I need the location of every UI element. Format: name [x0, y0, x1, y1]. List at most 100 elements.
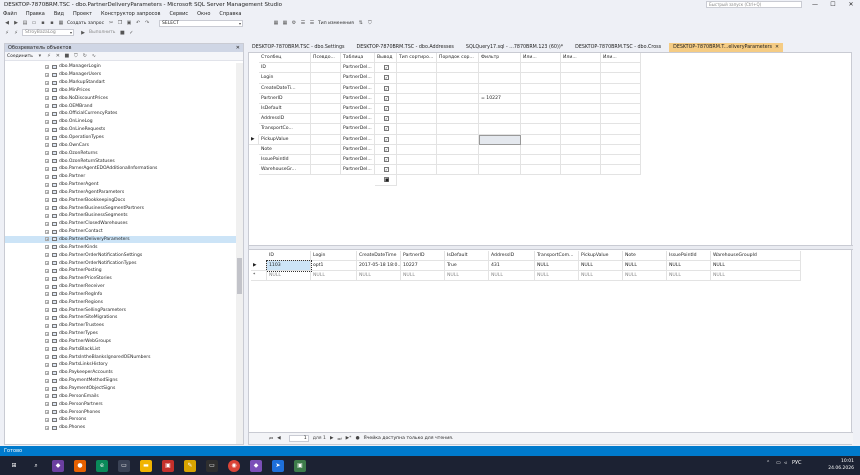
criteria-row[interactable]: AddressID PartnerDel... ✓	[249, 114, 649, 125]
close-panel-icon[interactable]: ✕	[236, 44, 240, 52]
expand-icon[interactable]: +	[45, 229, 49, 234]
criteria-cell[interactable]	[601, 144, 641, 155]
criteria-row[interactable]: IssuePointId PartnerDel... ✓	[249, 155, 649, 166]
tree-item[interactable]: + dbo.OnLineRequests	[5, 126, 237, 134]
result-cell[interactable]: NULL	[535, 261, 579, 271]
output-checkbox-cell[interactable]: ■	[375, 175, 397, 186]
table-name-cell[interactable]: PartnerDel...	[341, 134, 375, 145]
filter-cell[interactable]: = 10227	[479, 93, 521, 104]
criteria-row[interactable]: Note PartnerDel... ✓	[249, 144, 649, 155]
undo-icon[interactable]: ↶	[135, 20, 141, 26]
tree-item[interactable]: + dbo.PartsBlackList	[5, 345, 237, 353]
expand-icon[interactable]: +	[45, 237, 49, 242]
tree-item[interactable]: + dbo.OzonReturns	[5, 149, 237, 157]
menu-edit[interactable]: Правка	[26, 11, 45, 17]
tree-item[interactable]: + dbo.PartnerRegInfo	[5, 290, 237, 298]
cut-icon[interactable]: ✂	[108, 20, 114, 26]
expand-icon[interactable]: +	[45, 111, 49, 116]
filter-cell[interactable]	[479, 114, 521, 125]
column-name-cell[interactable]: WarehouseGr...	[259, 165, 311, 176]
object-tree-scrollbar[interactable]	[236, 63, 243, 444]
expand-icon[interactable]: +	[45, 174, 49, 179]
new-file-icon[interactable]: ▤	[22, 20, 28, 26]
chrome-icon[interactable]: ◉	[228, 459, 240, 472]
expand-icon[interactable]: +	[45, 370, 49, 375]
output-checkbox-cell[interactable]: ✓	[375, 165, 397, 176]
filter-icon-oe[interactable]: ⛉	[73, 53, 79, 59]
criteria-cell[interactable]	[397, 124, 437, 135]
save-all-icon[interactable]: ▪	[49, 20, 55, 26]
criteria-row[interactable]: ID PartnerDel... ✓	[249, 63, 649, 74]
tree-item[interactable]: + dbo.ManagerUsers	[5, 71, 237, 79]
criteria-cell[interactable]	[561, 104, 601, 115]
copy-icon[interactable]: ❐	[117, 20, 123, 26]
output-checkbox-cell[interactable]: ✓	[375, 144, 397, 155]
expand-icon[interactable]: +	[45, 261, 49, 266]
tree-item[interactable]: + dbo.OEMBrand	[5, 102, 237, 110]
expand-icon[interactable]: +	[45, 151, 49, 156]
column-name-cell[interactable]: TransportCo...	[259, 124, 311, 135]
back-icon[interactable]: ◀	[4, 20, 10, 26]
column-name-cell[interactable]: Note	[259, 144, 311, 155]
criteria-cell[interactable]	[521, 114, 561, 125]
output-checkbox[interactable]: ✓	[384, 167, 389, 173]
new-query-icon[interactable]: ▦	[58, 20, 64, 26]
keyboard-language[interactable]: РУС	[792, 460, 802, 466]
expand-icon[interactable]: +	[45, 292, 49, 297]
expand-icon[interactable]: +	[45, 213, 49, 218]
remote-desktop-icon[interactable]: ▣	[162, 459, 174, 472]
table-name-cell[interactable]: PartnerDel...	[341, 63, 375, 74]
filter-cell[interactable]	[479, 104, 521, 115]
redo-icon[interactable]: ↷	[144, 20, 150, 26]
criteria-cell[interactable]	[311, 165, 341, 176]
result-cell[interactable]: NULL	[623, 271, 667, 281]
tree-item[interactable]: + dbo.PartnerBusinessSegmentPartners	[5, 204, 237, 212]
clock[interactable]: 10:01 24.06.2026	[828, 458, 854, 472]
output-checkbox-cell[interactable]: ✓	[375, 93, 397, 104]
result-cell[interactable]: 2017-05-18 18:0...	[357, 261, 401, 271]
menu-file[interactable]: Файл	[3, 11, 17, 17]
criteria-cell[interactable]	[397, 165, 437, 176]
result-cell[interactable]: NULL	[267, 271, 311, 281]
criteria-cell[interactable]	[311, 93, 341, 104]
criteria-cell[interactable]	[601, 124, 641, 135]
tree-item[interactable]: + dbo.PartnerKinds	[5, 243, 237, 251]
expand-icon[interactable]: +	[45, 417, 49, 422]
close-window-button[interactable]: ✕	[842, 0, 860, 9]
prev-record-icon[interactable]: ◀	[277, 436, 281, 441]
criteria-cell[interactable]	[397, 114, 437, 125]
result-cell[interactable]: NULL	[489, 271, 535, 281]
network-icon[interactable]: ▭	[776, 460, 781, 466]
document-tab[interactable]: DESKTOP-7870BRM.T...eliveryParameters ✕	[669, 43, 784, 52]
result-cell[interactable]: opt1	[311, 261, 357, 271]
tree-item[interactable]: + dbo.PartnerWebGroups	[5, 338, 237, 346]
telegram-icon[interactable]: ➤	[272, 459, 284, 472]
criteria-cell[interactable]	[601, 83, 641, 94]
current-record-input[interactable]: 1	[288, 435, 309, 442]
expand-icon[interactable]: +	[45, 143, 49, 148]
criteria-cell[interactable]	[437, 93, 479, 104]
expand-icon[interactable]: +	[45, 347, 49, 352]
firefox-icon[interactable]: ●	[74, 459, 86, 472]
criteria-cell[interactable]	[561, 144, 601, 155]
criteria-cell[interactable]	[397, 83, 437, 94]
tray-chevron-icon[interactable]: ⌃	[766, 460, 770, 466]
criteria-cell[interactable]	[521, 104, 561, 115]
column-name-cell[interactable]: CreateDateTi...	[259, 83, 311, 94]
output-checkbox-cell[interactable]: ✓	[375, 134, 397, 145]
expand-icon[interactable]: +	[45, 362, 49, 367]
result-cell[interactable]: NULL	[579, 261, 623, 271]
tree-item[interactable]: + dbo.PartsIntheBlanksIgnoredOENumbers	[5, 353, 237, 361]
criteria-cell[interactable]	[521, 155, 561, 166]
paste-icon[interactable]: ▣	[126, 20, 132, 26]
result-cell[interactable]: NULL	[711, 271, 801, 281]
tools-icon[interactable]: ⚙	[291, 20, 297, 26]
tree-item[interactable]: + dbo.OfficialCurrencyRates	[5, 110, 237, 118]
tree-item[interactable]: + dbo.ParnerAgentEDOAdditionalInformation…	[5, 165, 237, 173]
tree-item[interactable]: + dbo.Partner	[5, 173, 237, 181]
new-record-icon[interactable]: ▶*	[346, 436, 352, 441]
output-checkbox[interactable]: ✓	[384, 136, 389, 142]
last-record-icon[interactable]: ⏭	[338, 436, 342, 442]
connect-icon[interactable]: ⚡	[4, 30, 10, 36]
expand-icon[interactable]: +	[45, 386, 49, 391]
